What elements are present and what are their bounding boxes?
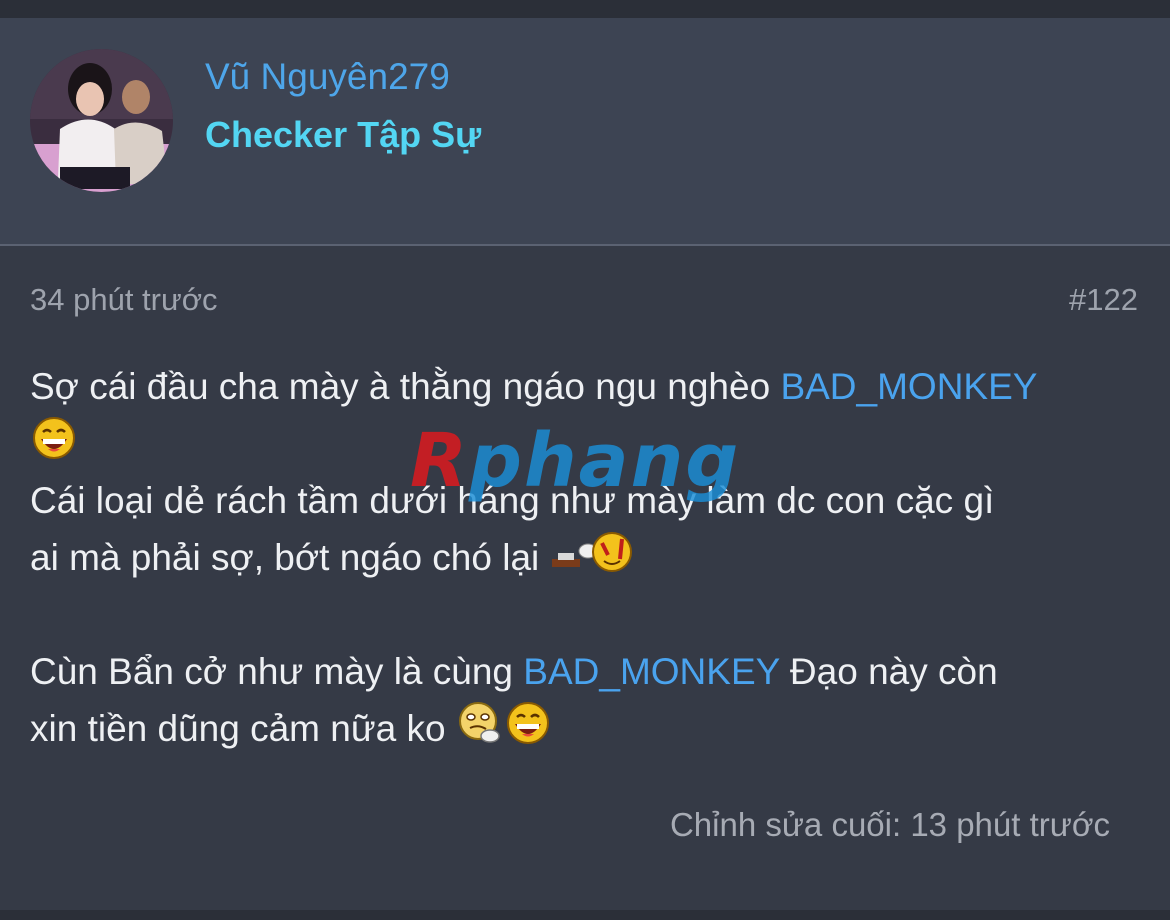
username-link[interactable]: Vũ Nguyên279 [205,56,450,98]
content-text: ai mà phải sợ, bớt ngáo chó lại [30,537,550,578]
user-mention-link[interactable]: BAD_MONKEY [780,366,1037,407]
post-number-link[interactable]: #122 [1069,282,1138,318]
user-title: Checker Tập Sự [205,114,482,155]
content-text: Sợ cái đầu cha mày à thằng ngáo ngu nghè… [30,366,781,407]
thinking-smiley-icon [456,700,504,762]
post-timestamp[interactable]: 34 phút trước [30,282,218,318]
laughing-smiley-icon [504,700,552,762]
post-card: Vũ Nguyên279 Checker Tập Sự 34 phút trướ… [0,18,1170,910]
content-line: Cái loại dẻ rách tầm dưới háng như mày l… [30,472,1145,529]
content-line: ai mà phải sợ, bớt ngáo chó lại [30,529,1145,586]
content-line: Sợ cái đầu cha mày à thằng ngáo ngu nghè… [30,358,1145,415]
content-text: Đạo này còn [779,651,998,692]
content-line [30,415,1145,472]
content-line: Cùn Bẩn cở như mày là cùng BAD_MONKEY Đạ… [30,643,1145,700]
content-text: Cái loại dẻ rách tầm dưới háng như mày l… [30,480,995,521]
content-text: Cùn Bẩn cở như mày là cùng [30,651,524,692]
content-line: xin tiền dũng cảm nữa ko [30,700,1145,757]
content-text: xin tiền dũng cảm nữa ko [30,708,456,749]
toilet-smiley-icon [550,529,636,591]
laughing-smiley-icon [30,415,78,477]
post-content: Sợ cái đầu cha mày à thằng ngáo ngu nghè… [30,358,1145,757]
post-header: Vũ Nguyên279 Checker Tập Sự [0,18,1170,246]
avatar[interactable] [30,49,173,192]
last-edited-label: Chỉnh sửa cuối: 13 phút trước [669,806,1110,843]
avatar-image [30,49,173,192]
user-mention-link[interactable]: BAD_MONKEY [523,651,779,692]
